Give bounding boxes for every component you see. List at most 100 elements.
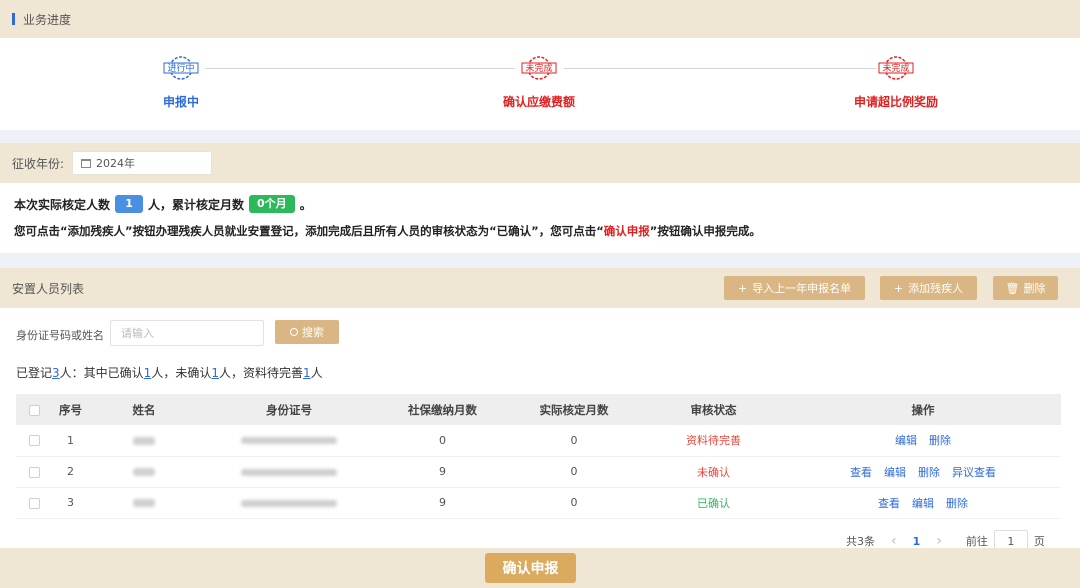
progress-title: 业务进度	[23, 12, 72, 27]
view-link[interactable]: 查看	[850, 466, 872, 479]
status-stamp-icon: 未完成	[520, 56, 558, 80]
column-header: 姓名	[89, 394, 199, 425]
blurred-name	[133, 499, 155, 507]
progress-panel: 进行中 申报中 未完成 确认应缴费额 未完成 申请超比例奖励	[0, 38, 1080, 130]
view-link[interactable]: 查看	[878, 497, 900, 510]
column-header: 序号	[52, 394, 89, 425]
cell-status: 未确认	[642, 456, 785, 488]
blurred-id-number	[241, 499, 337, 507]
delete-link[interactable]: 删除	[918, 466, 940, 479]
list-title: 安置人员列表	[12, 281, 85, 296]
instruction-part: ”按钮确认申报完成。	[649, 224, 761, 238]
status-stamp-icon: 进行中	[162, 56, 200, 80]
step-confirm-fee: 未完成 确认应缴费额	[479, 56, 599, 110]
pager-total: 共3条	[846, 535, 875, 548]
table-row: 3 9 0 已确认 查看 编辑 删除	[16, 487, 1061, 519]
count-text: 人，累计核定月数	[148, 197, 245, 212]
cell-approved-months: 0	[506, 487, 642, 519]
year-bar: 征收年份: 2024年	[0, 143, 1080, 183]
confirm-declaration-button[interactable]: 确认申报	[485, 553, 576, 583]
step-badge: 未完成	[525, 64, 553, 74]
search-label: 身份证号码或姓名	[16, 329, 104, 342]
summary-count-link[interactable]: 1	[211, 366, 219, 380]
footer-bar: 确认申报	[0, 548, 1080, 588]
delete-link[interactable]: 删除	[946, 497, 968, 510]
blurred-id-number	[241, 468, 337, 476]
goto-page-value: 1	[1007, 534, 1015, 548]
step-label: 确认应缴费额	[502, 95, 575, 109]
cell-ops: 查看 编辑 删除	[785, 487, 1061, 519]
step-connector	[564, 68, 876, 69]
select-all-checkbox[interactable]	[28, 404, 40, 416]
cell-approved-months: 0	[506, 425, 642, 457]
cell-social-months: 0	[379, 425, 506, 457]
column-header: 审核状态	[642, 394, 785, 425]
row-checkbox[interactable]	[28, 466, 40, 478]
cell-social-months: 9	[379, 487, 506, 519]
count-badge: 1	[115, 195, 144, 213]
summary-text: 人，未确认	[151, 366, 212, 380]
import-button-label: 导入上一年申报名单	[752, 282, 852, 295]
step-label: 申请超比例奖励	[853, 95, 938, 109]
personnel-table: 序号 姓名 身份证号 社保缴纳月数 实际核定月数 审核状态 操作 1 0 0 资…	[16, 394, 1061, 519]
cell-status: 已确认	[642, 487, 785, 519]
table-row: 1 0 0 资料待完善 编辑 删除	[16, 425, 1061, 457]
trash-icon: 🗑	[1005, 281, 1020, 295]
delete-button[interactable]: 🗑 删除	[993, 276, 1058, 300]
status-stamp-icon: 未完成	[877, 56, 915, 80]
objection-view-link[interactable]: 异议查看	[952, 466, 996, 479]
step-label: 申报中	[162, 95, 199, 109]
list-panel: 身份证号码或姓名 请输入 搜索 已登记3人：其中已确认1人，未确认1人，资料待完…	[0, 308, 1080, 552]
column-header: 社保缴纳月数	[379, 394, 506, 425]
edit-link[interactable]: 编辑	[895, 434, 917, 447]
months-badge: 0个月	[249, 195, 295, 213]
goto-label: 前往	[965, 535, 988, 548]
instruction-highlight: 确认申报	[603, 224, 650, 238]
year-label: 征收年份:	[12, 156, 65, 171]
next-page-button[interactable]: ›	[936, 533, 942, 549]
row-checkbox[interactable]	[28, 497, 40, 509]
registration-summary: 已登记3人：其中已确认1人，未确认1人，资料待完善1人	[16, 364, 323, 381]
summary-count-link[interactable]: 3	[52, 366, 60, 380]
step-declaring: 进行中 申报中	[121, 56, 241, 110]
summary-count-link[interactable]: 1	[303, 366, 311, 380]
step-connector	[205, 68, 515, 69]
cell-social-months: 9	[379, 456, 506, 488]
plus-icon: +	[737, 281, 748, 295]
cell-seq: 1	[52, 425, 89, 457]
calendar-icon	[81, 158, 92, 168]
current-page[interactable]: 1	[913, 535, 921, 548]
step-apply-reward: 未完成 申请超比例奖励	[836, 56, 956, 110]
summary-text: 人	[310, 366, 323, 380]
list-header: 安置人员列表 + 导入上一年申报名单 + 添加残疾人 🗑 删除	[0, 268, 1080, 308]
search-button-label: 搜索	[302, 326, 324, 339]
step-badge: 未完成	[882, 64, 910, 74]
add-disabled-person-button[interactable]: + 添加残疾人	[880, 276, 977, 300]
blurred-name	[133, 468, 155, 476]
cell-status: 资料待完善	[642, 425, 785, 457]
accent-bar	[12, 13, 15, 25]
cell-seq: 2	[52, 456, 89, 488]
prev-page-button[interactable]: ‹	[891, 533, 897, 549]
count-text: 本次实际核定人数	[14, 197, 111, 212]
delete-button-label: 删除	[1023, 282, 1046, 295]
edit-link[interactable]: 编辑	[884, 466, 906, 479]
column-header: 操作	[785, 394, 1061, 425]
delete-link[interactable]: 删除	[929, 434, 951, 447]
row-checkbox[interactable]	[28, 435, 40, 447]
cell-ops: 查看 编辑 删除 异议查看	[785, 456, 1061, 488]
search-button[interactable]: 搜索	[275, 320, 339, 344]
search-input[interactable]: 请输入	[110, 320, 264, 346]
step-badge: 进行中	[167, 64, 195, 74]
import-last-year-button[interactable]: + 导入上一年申报名单	[724, 276, 865, 300]
edit-link[interactable]: 编辑	[912, 497, 934, 510]
cell-seq: 3	[52, 487, 89, 519]
table-header-row: 序号 姓名 身份证号 社保缴纳月数 实际核定月数 审核状态 操作	[16, 394, 1061, 425]
blurred-id-number	[241, 437, 337, 445]
table-row: 2 9 0 未确认 查看 编辑 删除 异议查看	[16, 456, 1061, 488]
progress-header: 业务进度	[0, 0, 1080, 38]
info-panel: 本次实际核定人数 1 人，累计核定月数 0个月 。 您可点击“添加残疾人”按钮办…	[0, 183, 1080, 253]
cell-approved-months: 0	[506, 456, 642, 488]
column-header: 身份证号	[199, 394, 379, 425]
year-picker[interactable]: 2024年	[72, 151, 213, 175]
